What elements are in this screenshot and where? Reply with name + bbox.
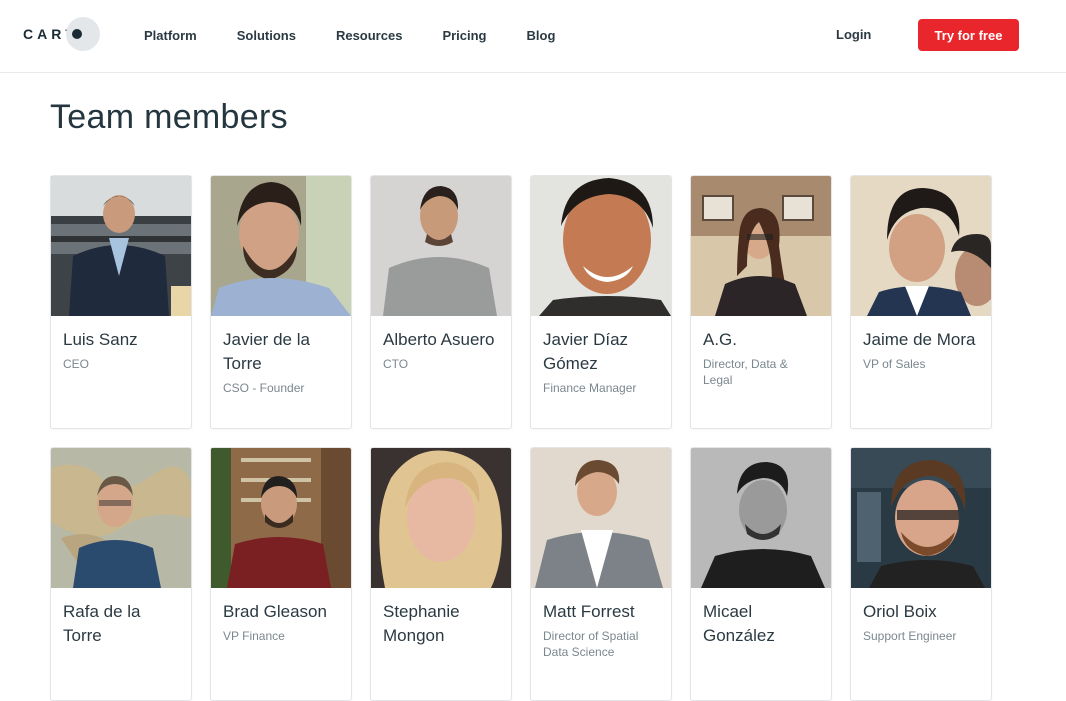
top-navigation: CART Platform Solutions Resources Pricin…	[0, 0, 1066, 73]
member-name: Javier de la Torre	[223, 330, 310, 373]
member-role: CSO - Founder	[223, 381, 305, 395]
member-name: Rafa de la Torre	[63, 602, 141, 645]
member-photo	[691, 176, 831, 316]
main-menu: Platform Solutions Resources Pricing Blo…	[144, 0, 595, 70]
member-role: VP Finance	[223, 629, 285, 643]
team-card[interactable]: Matt Forrest Director of Spatial Data Sc…	[530, 447, 672, 701]
member-name: Stephanie Mongon	[383, 602, 460, 645]
member-photo	[851, 448, 991, 588]
member-photo	[51, 448, 191, 588]
team-card[interactable]: A.G. Director, Data & Legal	[690, 175, 832, 429]
member-name: Luis Sanz	[63, 330, 138, 349]
member-photo	[851, 176, 991, 316]
member-name: Micael González	[703, 602, 775, 645]
member-photo	[51, 176, 191, 316]
member-photo	[531, 448, 671, 588]
member-name: A.G.	[703, 330, 738, 349]
team-card[interactable]: Jaime de Mora VP of Sales	[850, 175, 992, 429]
member-role: Support Engineer	[863, 629, 957, 643]
team-card[interactable]: Javier Díaz Gómez Finance Manager	[530, 175, 672, 429]
member-name: Brad Gleason	[223, 602, 327, 621]
member-name: Alberto Asuero	[383, 330, 495, 349]
member-role: VP of Sales	[863, 357, 926, 371]
member-photo	[531, 176, 671, 316]
login-link[interactable]: Login	[836, 27, 871, 42]
member-role: Director, Data & Legal	[703, 357, 788, 387]
team-card[interactable]: Brad Gleason VP Finance	[210, 447, 352, 701]
menu-item-platform[interactable]: Platform	[144, 28, 197, 43]
menu-item-blog[interactable]: Blog	[527, 28, 556, 43]
team-card[interactable]: Micael González	[690, 447, 832, 701]
team-card[interactable]: Stephanie Mongon	[370, 447, 512, 701]
member-name: Jaime de Mora	[863, 330, 976, 349]
member-photo	[371, 176, 511, 316]
team-card[interactable]: Oriol Boix Support Engineer	[850, 447, 992, 701]
member-photo	[211, 448, 351, 588]
member-name: Javier Díaz Gómez	[543, 330, 629, 373]
team-card[interactable]: Luis Sanz CEO	[50, 175, 192, 429]
menu-item-resources[interactable]: Resources	[336, 28, 402, 43]
team-card[interactable]: Rafa de la Torre	[50, 447, 192, 701]
member-role: Director of Spatial Data Science	[543, 629, 639, 659]
logo-circle-icon	[65, 17, 100, 51]
member-photo	[371, 448, 511, 588]
page-title: Team members	[50, 98, 288, 136]
menu-item-pricing[interactable]: Pricing	[442, 28, 486, 43]
member-name: Oriol Boix	[863, 602, 937, 621]
member-role: Finance Manager	[543, 381, 637, 395]
member-photo	[691, 448, 831, 588]
carto-logo[interactable]: CART	[23, 17, 100, 51]
try-for-free-button[interactable]: Try for free	[918, 19, 1019, 51]
member-role: CTO	[383, 357, 409, 371]
member-role: CEO	[63, 357, 90, 371]
member-photo	[211, 176, 351, 316]
team-card[interactable]: Javier de la Torre CSO - Founder	[210, 175, 352, 429]
menu-item-solutions[interactable]: Solutions	[237, 28, 296, 43]
team-card[interactable]: Alberto Asuero CTO	[370, 175, 512, 429]
member-name: Matt Forrest	[543, 602, 635, 621]
